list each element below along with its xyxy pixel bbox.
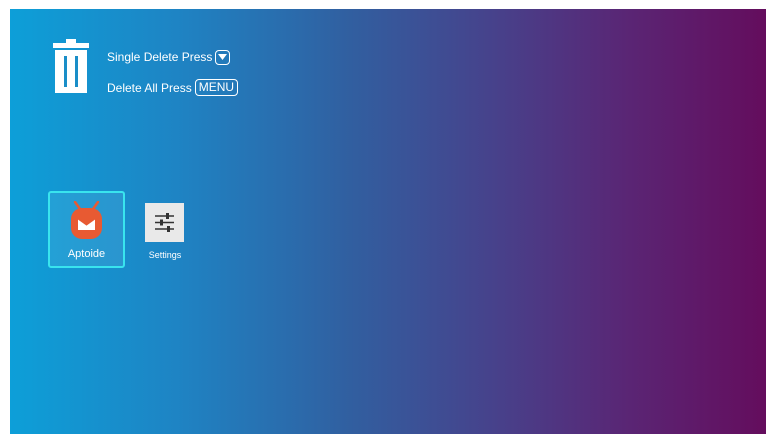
settings-sliders-icon (155, 213, 174, 232)
launcher-screen: Single Delete Press Delete All Press MEN… (10, 9, 766, 434)
app-label-settings: Settings (148, 250, 182, 260)
delete-all-hint: Delete All Press MENU (107, 79, 239, 96)
single-delete-hint: Single Delete Press (107, 49, 231, 65)
app-tile-aptoide[interactable]: Aptoide (48, 191, 125, 268)
aptoide-icon (71, 201, 102, 239)
delete-all-text: Delete All Press (107, 80, 192, 95)
single-delete-text: Single Delete Press (107, 50, 213, 64)
settings-icon-box (145, 203, 184, 242)
app-tile-settings[interactable]: Settings (140, 203, 196, 263)
app-label-aptoide: Aptoide (67, 248, 106, 260)
menu-key-badge: MENU (194, 79, 239, 96)
trash-icon (53, 39, 89, 93)
down-key-icon (215, 49, 231, 65)
